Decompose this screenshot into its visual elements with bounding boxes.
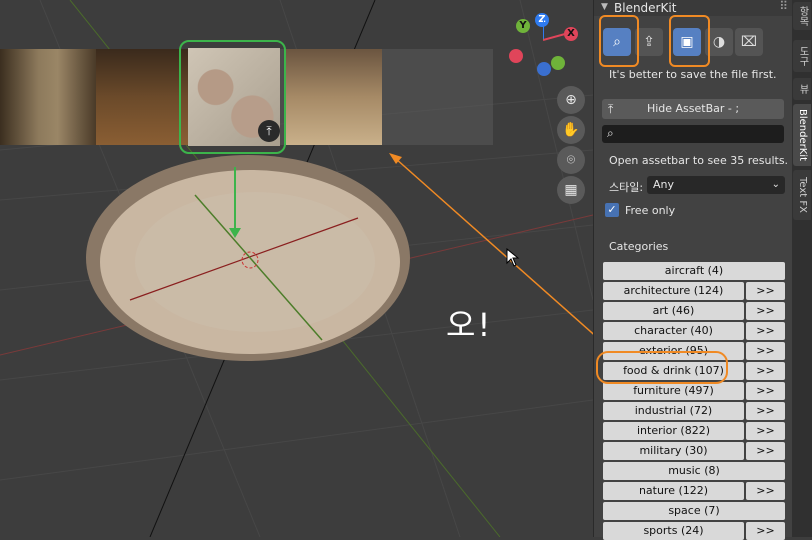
tab-4[interactable]: Text FX xyxy=(793,170,811,220)
tab-2[interactable]: 뷰 xyxy=(793,78,811,100)
mouse-cursor-icon xyxy=(506,248,520,267)
category-expand-button[interactable]: >> xyxy=(746,522,785,540)
category-button[interactable]: sports (24) xyxy=(603,522,744,540)
category-expand-button[interactable]: >> xyxy=(746,302,785,320)
category-expand-button[interactable]: >> xyxy=(746,342,785,360)
collapse-triangle-icon[interactable]: ▼ xyxy=(601,2,608,12)
hide-assetbar-button[interactable]: ⤒ Hide AssetBar - ; xyxy=(602,99,784,119)
free-only-checkbox[interactable]: ✓ xyxy=(605,203,619,217)
style-select-value: Any xyxy=(653,178,675,191)
annotation-highlight-models xyxy=(669,15,710,67)
blenderkit-panel: ▼ BlenderKit ⠿ ⌕ ⇪ ▣ ◑ ⌧ It's better to … xyxy=(593,0,793,540)
download-icon[interactable]: ⤒ xyxy=(258,120,280,142)
gizmo-y-axis[interactable]: Y xyxy=(516,19,530,33)
search-icon: ⌕ xyxy=(607,126,614,140)
asset-thumb-glass[interactable] xyxy=(0,49,96,145)
annotation-highlight-food xyxy=(596,351,728,384)
category-button[interactable]: art (46) xyxy=(603,302,744,320)
category-button[interactable]: nature (122) xyxy=(603,482,744,500)
camera-icon[interactable]: ⌾ xyxy=(557,146,585,174)
category-expand-button[interactable]: >> xyxy=(746,442,785,460)
category-button[interactable]: military (30) xyxy=(603,442,744,460)
category-button[interactable]: space (7) xyxy=(603,502,785,520)
grid-view-icon[interactable]: ▦ xyxy=(557,176,585,204)
tab-1[interactable]: 도구 xyxy=(793,40,811,72)
category-button[interactable]: furniture (497) xyxy=(603,382,744,400)
3d-viewport[interactable]: ⤒ Z Y X ⊕ ✋ ⌾ ▦ 오! xyxy=(0,0,593,537)
search-input[interactable]: ⌕ xyxy=(602,125,784,143)
categories-heading: Categories xyxy=(609,240,669,253)
category-button[interactable]: industrial (72) xyxy=(603,402,744,420)
chevron-down-icon: ⌄ xyxy=(771,179,780,190)
pan-hand-icon[interactable]: ✋ xyxy=(557,116,585,144)
category-button[interactable]: character (40) xyxy=(603,322,744,340)
category-button[interactable]: aircraft (4) xyxy=(603,262,785,280)
style-select[interactable]: Any ⌄ xyxy=(647,176,785,194)
annotation-highlight-search xyxy=(599,15,639,67)
category-button[interactable]: architecture (124) xyxy=(603,282,744,300)
drag-handle-icon[interactable]: ⠿ xyxy=(779,0,788,13)
category-expand-button[interactable]: >> xyxy=(746,282,785,300)
free-only-label: Free only xyxy=(625,204,676,217)
category-expand-button[interactable]: >> xyxy=(746,322,785,340)
category-button[interactable]: music (8) xyxy=(603,462,785,480)
style-label: 스타일: xyxy=(609,181,644,194)
category-expand-button[interactable]: >> xyxy=(746,422,785,440)
tab-3[interactable]: BlenderKit xyxy=(793,104,811,166)
asset-thumb-shot-glass[interactable] xyxy=(286,49,382,145)
category-expand-button[interactable]: >> xyxy=(746,482,785,500)
hide-assetbar-label: Hide AssetBar - ; xyxy=(646,102,740,115)
asset-thumb-vase[interactable] xyxy=(96,49,192,145)
brushes-type-button[interactable]: ⌧ xyxy=(735,28,763,56)
category-expand-button[interactable]: >> xyxy=(746,402,785,420)
zoom-icon[interactable]: ⊕ xyxy=(557,86,585,114)
annotation-text: 오! xyxy=(446,306,493,344)
category-expand-button[interactable]: >> xyxy=(746,382,785,400)
upload-mode-button[interactable]: ⇪ xyxy=(635,28,663,56)
category-button[interactable]: interior (822) xyxy=(603,422,744,440)
category-expand-button[interactable]: >> xyxy=(746,362,785,380)
tab-0[interactable]: 항목 xyxy=(793,2,811,30)
save-hint-text: It's better to save the file first. xyxy=(609,68,777,81)
upload-arrow-icon: ⤒ xyxy=(608,102,614,116)
gizmo-lines xyxy=(543,20,566,41)
results-text: Open assetbar to see 35 results. xyxy=(609,154,789,167)
panel-header[interactable]: ▼ BlenderKit ⠿ xyxy=(594,0,793,16)
gizmo-neg-y[interactable] xyxy=(551,56,565,70)
panel-title: BlenderKit xyxy=(614,1,677,15)
sidebar-tabs: 항목도구뷰 BlenderKit Text FX xyxy=(792,0,812,537)
gizmo-neg-x[interactable] xyxy=(509,49,523,63)
gizmo-neg-z[interactable] xyxy=(537,62,551,76)
